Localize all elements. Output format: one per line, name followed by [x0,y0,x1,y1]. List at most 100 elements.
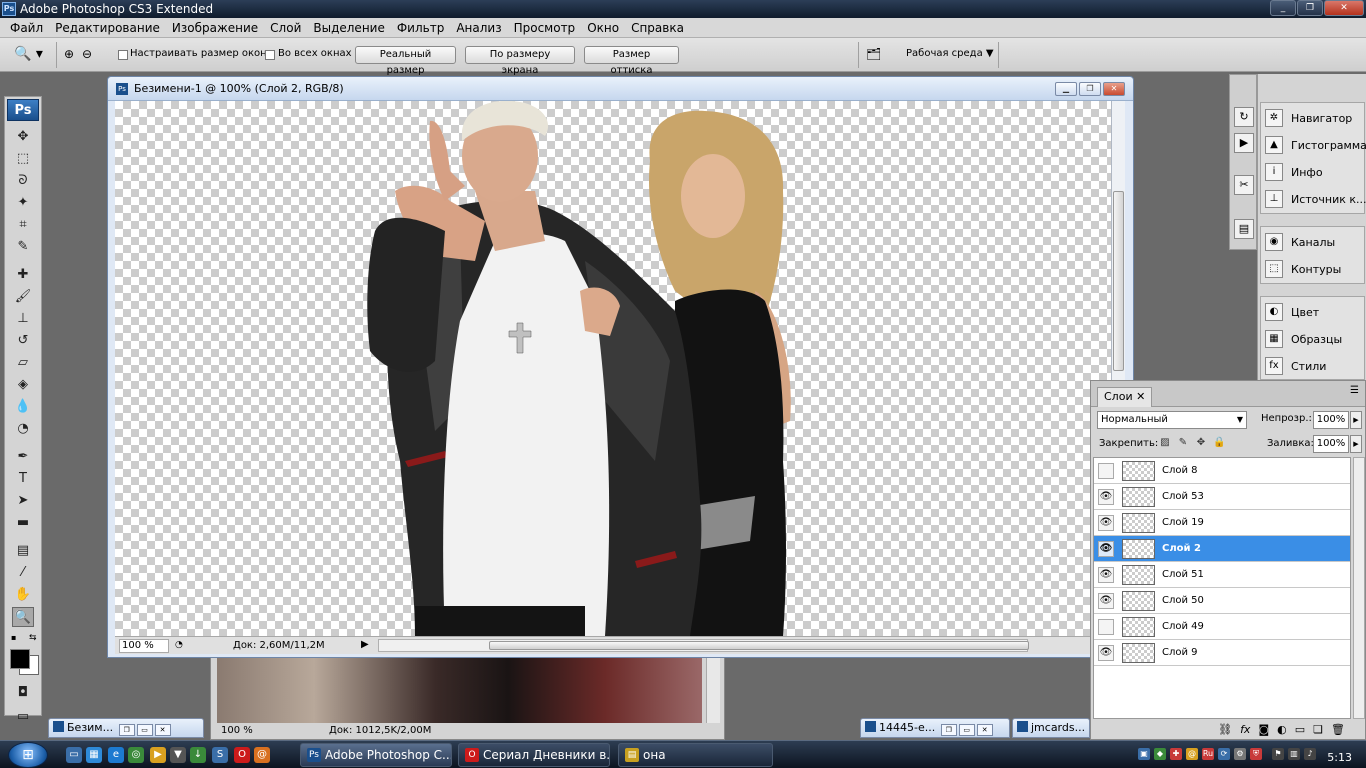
fill-slider-arrow-icon[interactable]: ▶ [1350,435,1362,453]
menu-filter[interactable]: Фильтр [391,19,450,37]
eye-icon[interactable] [1098,619,1114,635]
clock[interactable]: 5:13 [1327,751,1352,764]
layers-tab[interactable]: Слои ✕ [1097,387,1153,407]
menu-file[interactable]: Файл [4,19,49,37]
minimized-doc-3[interactable]: jmcards... [1012,718,1090,738]
doc-minimize-button[interactable]: ▁ [1055,82,1077,96]
actions-panel-icon[interactable]: ▶ [1234,133,1254,153]
crop-tool-icon[interactable]: ⌗ [12,215,34,235]
lock-pixels-icon[interactable]: ✎ [1177,437,1189,449]
mask-icon[interactable]: ◙ [1258,721,1269,739]
type-tool-icon[interactable]: T [12,469,34,489]
opacity-input[interactable]: 100% [1313,411,1349,429]
bg-vertical-scrollbar[interactable] [706,657,720,723]
group-icon[interactable]: ▭ [1295,721,1305,739]
status-menu-arrow-icon[interactable]: ▶ [361,639,369,650]
dock-navigator[interactable]: ✲ Навигатор [1261,105,1364,131]
blur-tool-icon[interactable]: 💧 [12,397,34,417]
task-photoshop[interactable]: Ps Adobe Photoshop C... [300,743,452,767]
dock-swatches[interactable]: ▦ Образцы [1261,326,1364,352]
menu-edit[interactable]: Редактирование [49,19,166,37]
minimize-button[interactable]: _ [1270,0,1296,16]
panel-menu-icon[interactable]: ☰ [1350,385,1359,396]
notes-tool-icon[interactable]: ▤ [12,541,34,561]
tray-security-icon[interactable]: ⛨ [1250,748,1262,760]
opera-icon[interactable]: O [234,747,250,763]
dock-info[interactable]: i Инфо [1261,159,1364,185]
tray-network-status-icon[interactable]: ▥ [1288,748,1300,760]
explorer-icon[interactable]: ▦ [86,747,102,763]
tray-network-icon[interactable]: ▣ [1138,748,1150,760]
foreground-color-swatch[interactable] [10,649,30,669]
pen-tool-icon[interactable]: ✒ [12,447,34,467]
player-icon[interactable]: ▶ [150,747,166,763]
lasso-tool-icon[interactable]: ᘐ [12,171,34,191]
zoom-out-icon[interactable]: ⊖ [82,46,100,64]
maximize-button[interactable]: ❐ [1297,0,1323,16]
document-canvas[interactable] [115,101,1112,636]
lock-transparency-icon[interactable]: ▨ [1159,437,1171,449]
history-panel-icon[interactable]: ↻ [1234,107,1254,127]
eye-icon[interactable]: 👁 [1098,541,1114,557]
show-desktop-icon[interactable]: ▭ [66,747,82,763]
layer-row[interactable]: 👁 Слой 9 [1094,640,1350,666]
layer-row[interactable]: 👁 Слой 50 [1094,588,1350,614]
opacity-slider-arrow-icon[interactable]: ▶ [1350,411,1362,429]
menu-window[interactable]: Окно [581,19,625,37]
eye-icon[interactable]: 👁 [1098,515,1114,531]
doc-maximize-button[interactable]: ❐ [1079,82,1101,96]
tray-flag-icon[interactable]: ⚑ [1272,748,1284,760]
dock-channels[interactable]: ◉ Каналы [1261,229,1364,255]
layer-row[interactable]: 👁 Слой 2 [1094,536,1350,562]
clone-stamp-tool-icon[interactable]: ⊥ [12,309,34,329]
zoom-in-icon[interactable]: ⊕ [64,46,82,64]
trash-icon[interactable]: 🗑 [1331,721,1345,739]
eye-icon[interactable]: 👁 [1098,567,1114,583]
zoom-tool-icon[interactable]: 🔍 [12,607,34,627]
close-button[interactable]: ✕ [1324,0,1364,16]
dock-clone-source[interactable]: ⊥ Источник к... [1261,186,1366,212]
minimized-doc-1[interactable]: Безим... ❐ ▭ ✕ [48,718,204,738]
blend-mode-select[interactable]: Нормальный ▼ [1097,411,1247,429]
magic-wand-tool-icon[interactable]: ✦ [12,193,34,213]
app-shortcut-icon[interactable]: ▼ [170,747,186,763]
internet-explorer-icon[interactable]: e [108,747,124,763]
eye-icon[interactable] [1098,463,1114,479]
link-layers-icon[interactable]: ⛓ [1218,721,1232,739]
close-icon[interactable]: ✕ [154,724,171,736]
maximize-icon[interactable]: ▭ [136,724,153,736]
task-opera[interactable]: O Сериал Дневники в... [458,743,610,767]
restore-icon[interactable]: ❐ [940,724,957,736]
actual-pixels-button[interactable]: Реальный размер [355,46,456,76]
eyedropper-tool-icon[interactable]: ⁄ [12,563,34,583]
tray-antivirus-icon[interactable]: ✚ [1170,748,1182,760]
dock-paths[interactable]: ⬚ Контуры [1261,256,1364,282]
tray-app-icon[interactable]: ◆ [1154,748,1166,760]
menu-analysis[interactable]: Анализ [450,19,507,37]
layer-row[interactable]: 👁 Слой 51 [1094,562,1350,588]
layer-row[interactable]: 👁 Слой 53 [1094,484,1350,510]
menu-layer[interactable]: Слой [264,19,307,37]
adjustment-layer-icon[interactable]: ◐ [1277,721,1287,739]
eye-icon[interactable]: 👁 [1098,593,1114,609]
bridge-icon[interactable]: 🗂 [866,46,886,64]
new-layer-icon[interactable]: ❏ [1313,721,1323,739]
start-button[interactable]: ⊞ [8,742,48,768]
ps-logo[interactable]: Ps [7,99,39,121]
swap-colors-icon[interactable]: ⇆ [29,633,37,643]
layer-comps-icon[interactable]: ▤ [1234,219,1254,239]
dodge-tool-icon[interactable]: ◔ [12,419,34,439]
menu-view[interactable]: Просмотр [508,19,582,37]
fx-icon[interactable]: fx [1240,721,1250,739]
slice-tool-icon[interactable]: ✎ [12,237,34,257]
doc-horizontal-scrollbar[interactable] [378,639,1029,652]
doc-close-button[interactable]: ✕ [1103,82,1125,96]
fit-screen-button[interactable]: По размеру экрана [465,46,575,76]
screen-mode-icon[interactable]: ▭ [12,707,34,727]
tray-updates-icon[interactable]: ⟳ [1218,748,1230,760]
tray-mail-icon[interactable]: @ [1186,748,1198,760]
healing-brush-tool-icon[interactable]: ✚ [12,265,34,285]
fit-windows-checkbox[interactable] [118,50,128,60]
lock-all-icon[interactable]: 🔒 [1213,437,1225,449]
torrent-icon[interactable]: ↓ [190,747,206,763]
